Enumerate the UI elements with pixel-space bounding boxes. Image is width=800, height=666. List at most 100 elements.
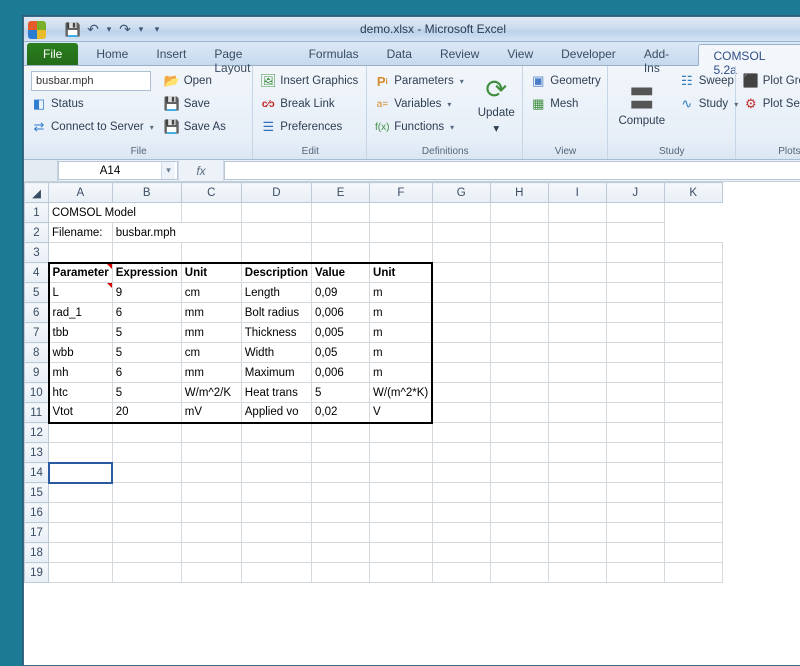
row-header[interactable]: 15 — [25, 483, 49, 503]
cell[interactable]: busbar.mph — [112, 223, 241, 243]
cell[interactable]: wbb — [49, 343, 113, 363]
tab-comsol[interactable]: COMSOL 5.2a — [698, 44, 800, 66]
qat-customize-dropdown[interactable]: ▾ — [152, 21, 162, 39]
preferences-button[interactable]: ☰ Preferences — [260, 116, 360, 138]
status-button[interactable]: ◧ Status — [31, 93, 154, 115]
cell[interactable]: cm — [181, 283, 241, 303]
cell[interactable]: 0,05 — [312, 343, 370, 363]
cell[interactable]: m — [370, 323, 433, 343]
cell[interactable]: 0,02 — [312, 403, 370, 423]
cell[interactable]: Value — [312, 263, 370, 283]
cells-grid[interactable]: ◢ A B C D E F G H I J K 1 COMSOL Model 2… — [24, 182, 723, 583]
plot-settings-button[interactable]: ⚙ Plot Settings — [743, 93, 800, 115]
cell[interactable]: W/m^2/K — [181, 383, 241, 403]
row-header[interactable]: 3 — [25, 243, 49, 263]
open-button[interactable]: 📂 Open — [164, 70, 226, 92]
cell[interactable]: V — [370, 403, 433, 423]
cell[interactable]: mm — [181, 303, 241, 323]
cell[interactable]: Maximum — [241, 363, 311, 383]
cell[interactable]: L — [49, 283, 113, 303]
tab-add-ins[interactable]: Add-Ins — [630, 43, 699, 65]
row-header[interactable]: 11 — [25, 403, 49, 423]
variables-button[interactable]: a= Variables ▾ — [374, 93, 463, 115]
col-header[interactable]: C — [181, 183, 241, 203]
tab-view[interactable]: View — [493, 43, 547, 65]
cell[interactable]: htc — [49, 383, 113, 403]
fx-icon[interactable]: fx — [178, 160, 224, 181]
cell[interactable]: 0,005 — [312, 323, 370, 343]
col-header[interactable]: K — [664, 183, 722, 203]
col-header[interactable]: I — [548, 183, 606, 203]
tab-insert[interactable]: Insert — [142, 43, 200, 65]
cell[interactable]: 20 — [112, 403, 181, 423]
tab-review[interactable]: Review — [426, 43, 493, 65]
row-header[interactable]: 4 — [25, 263, 49, 283]
cell[interactable]: rad_1 — [49, 303, 113, 323]
cell[interactable]: 5 — [112, 323, 181, 343]
row-header[interactable]: 12 — [25, 423, 49, 443]
break-link-button[interactable]: c⁄ɔ Break Link — [260, 93, 360, 115]
cell[interactable]: cm — [181, 343, 241, 363]
tab-page-layout[interactable]: Page Layout — [200, 43, 294, 65]
cell[interactable]: 5 — [112, 383, 181, 403]
row-header[interactable]: 13 — [25, 443, 49, 463]
cell[interactable]: Unit — [370, 263, 433, 283]
compute-button[interactable]: 〓 Compute — [615, 68, 669, 138]
worksheet[interactable]: ◢ A B C D E F G H I J K 1 COMSOL Model 2… — [24, 182, 800, 583]
cell[interactable]: Heat trans — [241, 383, 311, 403]
cell[interactable]: Width — [241, 343, 311, 363]
col-header[interactable]: A — [49, 183, 113, 203]
cell[interactable]: Filename: — [49, 223, 113, 243]
cell[interactable]: 0,006 — [312, 363, 370, 383]
row-header[interactable]: 7 — [25, 323, 49, 343]
cell[interactable]: Vtot — [49, 403, 113, 423]
row-header[interactable]: 10 — [25, 383, 49, 403]
col-header[interactable]: D — [241, 183, 311, 203]
study-button[interactable]: ∿ Study ▾ — [679, 93, 738, 115]
col-header[interactable]: F — [370, 183, 433, 203]
col-header[interactable]: H — [490, 183, 548, 203]
cell[interactable]: 0,006 — [312, 303, 370, 323]
cell[interactable]: mV — [181, 403, 241, 423]
formula-input[interactable] — [224, 161, 800, 180]
model-file-input[interactable] — [31, 71, 151, 91]
cell[interactable]: tbb — [49, 323, 113, 343]
cell[interactable]: 5 — [312, 383, 370, 403]
update-button[interactable]: ⟳ Update ▾ — [474, 68, 519, 138]
cell[interactable]: Expression — [112, 263, 181, 283]
select-all-button[interactable]: ◢ — [25, 183, 49, 203]
cell[interactable]: Unit — [181, 263, 241, 283]
row-header[interactable]: 18 — [25, 543, 49, 563]
save-as-button[interactable]: 💾 Save As — [164, 116, 226, 138]
tab-data[interactable]: Data — [373, 43, 426, 65]
cell[interactable]: 6 — [112, 363, 181, 383]
qat-redo-button[interactable] — [116, 21, 134, 39]
cell[interactable]: COMSOL Model — [49, 203, 182, 223]
cell[interactable]: mm — [181, 323, 241, 343]
row-header[interactable]: 1 — [25, 203, 49, 223]
plot-group-button[interactable]: ⬛ Plot Group ▾ — [743, 70, 800, 92]
cell[interactable]: mm — [181, 363, 241, 383]
cell[interactable]: Length — [241, 283, 311, 303]
tab-file[interactable]: File — [27, 43, 78, 65]
cell[interactable]: Thickness — [241, 323, 311, 343]
qat-save-button[interactable] — [64, 21, 82, 39]
name-box[interactable]: A14 ▾ — [58, 161, 178, 180]
row-header[interactable]: 8 — [25, 343, 49, 363]
row-header[interactable]: 14 — [25, 463, 49, 483]
insert-graphics-button[interactable]: 🖼 Insert Graphics — [260, 70, 360, 92]
cell[interactable]: Parameter — [49, 263, 113, 283]
row-header[interactable]: 5 — [25, 283, 49, 303]
cell[interactable]: m — [370, 283, 433, 303]
cell[interactable]: m — [370, 303, 433, 323]
mesh-button[interactable]: ▦ Mesh — [530, 93, 601, 115]
connect-server-button[interactable]: ⇄ Connect to Server ▾ — [31, 116, 154, 138]
row-header[interactable]: 2 — [25, 223, 49, 243]
tab-home[interactable]: Home — [82, 43, 142, 65]
row-header[interactable]: 17 — [25, 523, 49, 543]
save-button[interactable]: 💾 Save — [164, 93, 226, 115]
geometry-button[interactable]: ▣ Geometry — [530, 70, 601, 92]
parameters-button[interactable]: Pi Parameters ▾ — [374, 70, 463, 92]
tab-formulas[interactable]: Formulas — [295, 43, 373, 65]
row-header[interactable]: 6 — [25, 303, 49, 323]
